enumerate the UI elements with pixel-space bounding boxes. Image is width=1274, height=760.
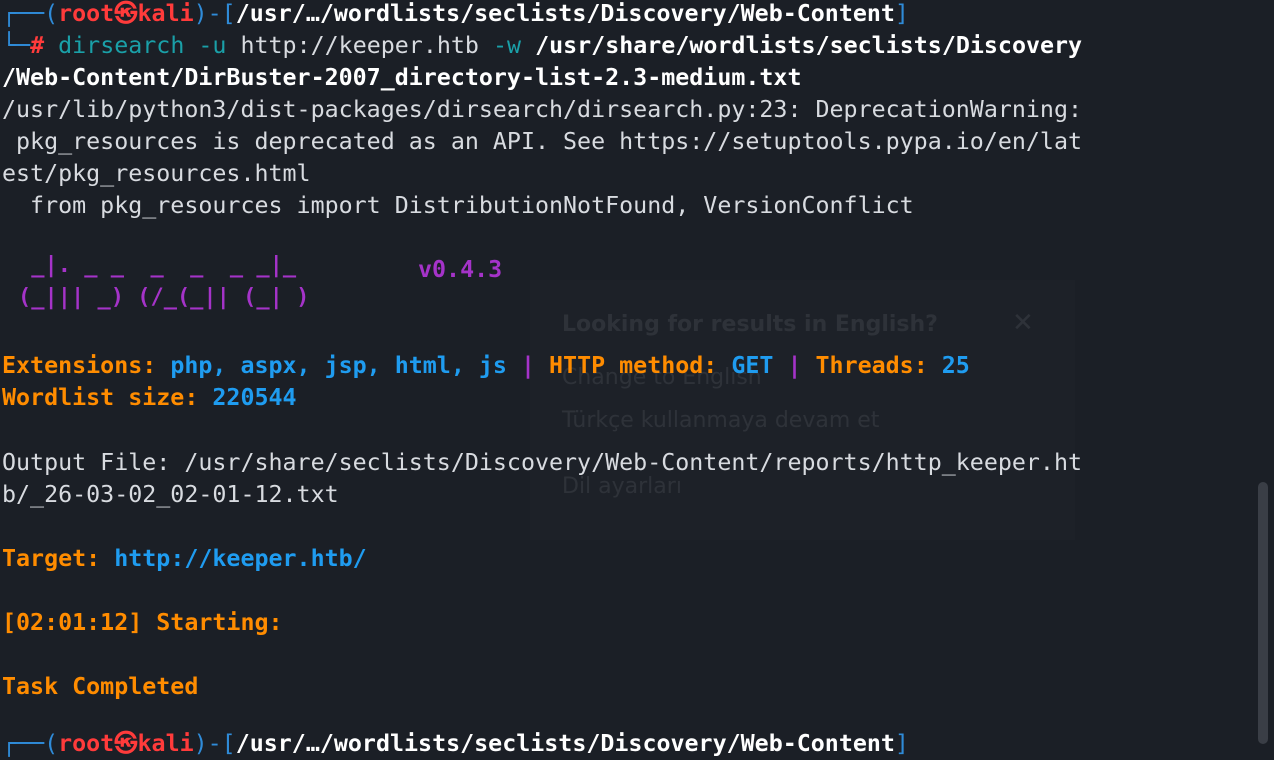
skull-icon: ㉿ [114,0,138,27]
threads-label: Threads: [815,352,942,379]
warning-line-2: pkg_resources is deprecated as an API. S… [2,128,1082,155]
extensions-value: php, aspx, jsp, html, js [170,352,507,379]
prompt-line: ┌──(root㉿kali)-[/usr/…/wordlists/seclist… [2,0,909,27]
target-label: Target: [2,545,115,572]
method-value: GET [731,352,774,379]
extensions-label: Extensions: [2,352,171,379]
next-prompt-line: ┌──(root㉿kali)-[/usr/…/wordlists/seclist… [2,730,909,757]
ghost-close-icon: ✕ [1012,308,1034,338]
terminal-window[interactable]: Looking for results in English? ✕ Change… [0,0,1274,757]
prompt-user: root [58,0,115,27]
prompt-corner-top: ┌──( [2,0,59,27]
output-file-line-2: b/_26-03-02_02-01-12.txt [2,481,339,508]
wordlist-size-label: Wordlist size: [2,384,213,411]
banner-version: v0.4.3 [418,256,503,283]
warning-line-1: /usr/lib/python3/dist-packages/dirsearch… [2,96,1082,123]
vertical-scrollbar[interactable] [1258,482,1268,744]
prompt-corner-bottom: └─ [2,32,31,59]
method-label: HTTP method: [549,352,732,379]
separator: | [773,352,816,379]
warning-line-3: est/pkg_resources.html [2,160,311,187]
ghost-popup-option-turkish: Türkçe kullanmaya devam et [562,408,880,433]
threads-value: 25 [941,352,970,379]
prompt-hash: # [30,32,45,59]
wordlist-size-value: 220544 [212,384,297,411]
command-flag-u: -u [198,32,227,59]
task-completed-line: Task Completed [2,673,199,700]
command-tool: dirsearch [58,32,185,59]
target-line: Target: http://keeper.htb/ [2,543,367,575]
command-wordlist: /usr/share/wordlists/seclists/Discovery [535,32,1083,59]
banner-art-line-1: _|. _ _ _ _ _ _|_ [18,253,297,278]
prompt-host: kali [137,0,194,27]
warning-line-4: from pkg_resources import DistributionNo… [2,192,914,219]
command-url: http://keeper.htb [240,32,479,59]
command-line: └─# dirsearch -u http://keeper.htb -w /u… [2,30,1082,62]
ghost-popup-title: Looking for results in English? [562,312,938,337]
starting-line: [02:01:12] Starting: [2,609,283,636]
prompt-cwd: /usr/…/wordlists/seclists/Discovery/Web-… [235,0,895,27]
target-value: http://keeper.htb/ [114,545,367,572]
wordlist-size-line: Wordlist size: 220544 [2,382,297,414]
command-flag-w: -w [492,32,522,59]
command-wordlist-wrap: /Web-Content/DirBuster-2007_directory-li… [2,64,802,91]
output-file-line-1: Output File: /usr/share/seclists/Discove… [2,449,1082,476]
separator: | [506,352,550,379]
banner-art-line-2: (_||| _) (/_(_|| (_| ) [18,285,310,310]
config-line: Extensions: php, aspx, jsp, html, js | H… [2,350,970,382]
